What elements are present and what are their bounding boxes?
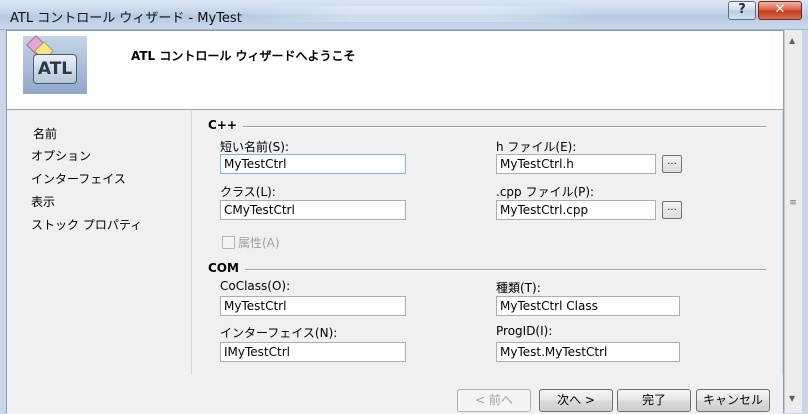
coclass-input[interactable]: MyTestCtrl [220, 296, 406, 316]
nav-item-options[interactable]: オプション [31, 147, 91, 164]
com-group-title: COM [208, 261, 245, 275]
class-label: クラス(L): [220, 185, 276, 199]
cancel-button[interactable]: キャンセル [696, 389, 770, 412]
nav-item-name[interactable]: 名前 [33, 125, 57, 142]
help-button[interactable]: ? [728, 1, 756, 20]
nav-item-interfaces[interactable]: インターフェイス [31, 170, 126, 187]
button-bar: < 前へ 次へ > 完了 キャンセル [191, 375, 783, 414]
type-input[interactable]: MyTestCtrl Class [496, 296, 680, 316]
short-name-input[interactable]: MyTestCtrl [220, 154, 406, 174]
interface-label: インターフェイス(N): [220, 326, 338, 340]
class-input[interactable]: CMyTestCtrl [220, 200, 406, 220]
title-glass-blur [250, 6, 590, 22]
cpp-file-browse-button[interactable]: ... [662, 201, 682, 219]
cpp-group-title: C++ [208, 118, 243, 132]
next-button[interactable]: 次へ > [539, 389, 613, 412]
attributed-checkbox[interactable] [222, 236, 235, 249]
title-bar: ATL コントロール ウィザード - MyTest ? ✕ [0, 0, 808, 30]
scroll-up-icon[interactable]: ▲ [789, 36, 795, 45]
progid-input[interactable]: MyTest.MyTestCtrl [496, 342, 680, 362]
coclass-label: CoClass(O): [220, 279, 291, 293]
cpp-file-input[interactable]: MyTestCtrl.cpp [496, 200, 656, 220]
short-name-label: 短い名前(S): [220, 140, 290, 154]
type-label: 種類(T): [496, 281, 541, 295]
header-panel: ATL ATL コントロール ウィザードへようこそ [7, 31, 783, 110]
vertical-scrollbar[interactable]: ▲ ≡ ▼ [784, 30, 802, 413]
wizard-window: ATL ATL コントロール ウィザードへようこそ 名前 オプション インターフ… [6, 30, 784, 414]
progid-label: ProgID(I): [496, 324, 553, 338]
window-title: ATL コントロール ウィザード - MyTest [10, 11, 242, 26]
back-button[interactable]: < 前へ [457, 389, 531, 412]
nav-item-stock-properties[interactable]: ストック プロパティ [31, 216, 142, 233]
name-page: C++ 短い名前(S): MyTestCtrl h ファイル(E): MyTes… [191, 111, 783, 375]
h-file-label: h ファイル(E): [496, 140, 577, 154]
scroll-down-icon[interactable]: ▼ [789, 394, 795, 403]
h-file-browse-button[interactable]: ... [662, 155, 682, 173]
atl-logo-box: ATL [33, 54, 77, 84]
com-group-line [208, 269, 766, 271]
attributed-label: 属性(A) [238, 236, 280, 250]
nav-item-appearance[interactable]: 表示 [31, 193, 55, 210]
cpp-file-label: .cpp ファイル(P): [496, 185, 595, 199]
page-title: ATL コントロール ウィザードへようこそ [131, 49, 356, 63]
h-file-input[interactable]: MyTestCtrl.h [496, 154, 656, 174]
atl-logo: ATL [23, 35, 87, 94]
wizard-nav: 名前 オプション インターフェイス 表示 ストック プロパティ [7, 111, 191, 414]
cpp-group-line [208, 126, 766, 128]
close-button[interactable]: ✕ [758, 1, 802, 20]
window-border [802, 30, 808, 413]
scroll-grip-icon[interactable]: ≡ [788, 199, 798, 214]
interface-input[interactable]: IMyTestCtrl [220, 342, 406, 362]
finish-button[interactable]: 完了 [617, 389, 691, 412]
